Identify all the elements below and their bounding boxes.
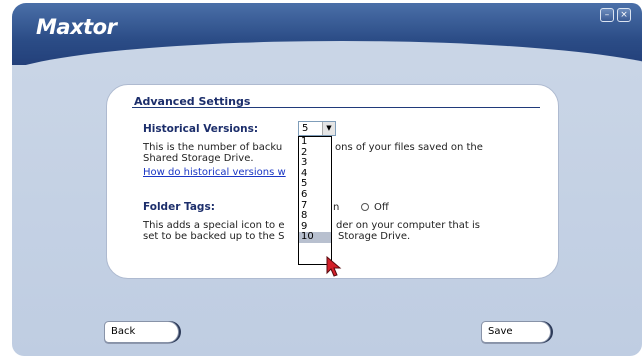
folder-tags-on-label-tail: n <box>333 202 340 213</box>
historical-versions-description-line2: Shared Storage Drive. <box>143 153 254 164</box>
close-icon[interactable]: × <box>617 8 631 22</box>
save-button[interactable]: Save <box>481 321 551 343</box>
historical-versions-help-link[interactable]: How do historical versions w <box>143 167 286 178</box>
historical-versions-selected-value: 5 <box>302 123 309 134</box>
historical-versions-description-line1: This is the number of backu <box>143 142 283 153</box>
folder-tags-off-label: Off <box>374 202 389 213</box>
chevron-down-icon[interactable]: ▼ <box>322 122 335 135</box>
folder-tags-off-radio[interactable] <box>361 203 369 211</box>
historical-versions-description-line1-tail: ons of your files saved on the <box>335 142 483 153</box>
historical-versions-label: Historical Versions: <box>143 123 259 135</box>
minimize-icon[interactable]: – <box>600 8 614 22</box>
historical-versions-dropdown-list[interactable]: 1 2 3 4 5 6 7 8 9 10 <box>298 136 332 265</box>
maxtor-window: Maxtor – × Advanced Settings Historical … <box>0 0 642 356</box>
settings-card <box>106 84 559 279</box>
back-button[interactable]: Back <box>104 321 179 343</box>
maxtor-logo: Maxtor <box>36 15 117 39</box>
dropdown-option-10[interactable]: 10 <box>299 232 331 243</box>
dropdown-option-1[interactable]: 1 <box>299 136 331 148</box>
section-divider <box>132 107 540 108</box>
mouse-pointer-icon <box>326 256 342 277</box>
historical-versions-select[interactable]: 5 ▼ <box>298 121 336 136</box>
folder-tags-description-line2-head: set to be backed up to the S <box>143 231 285 242</box>
header-sheen <box>12 41 642 65</box>
dropdown-option-6[interactable]: 6 <box>299 189 331 201</box>
folder-tags-description-line1-head: This adds a special icon to e <box>143 220 285 231</box>
folder-tags-description-line1-tail: der on your computer that is <box>336 220 480 231</box>
folder-tags-description-line2-tail: Storage Drive. <box>338 231 411 242</box>
folder-tags-label: Folder Tags: <box>143 201 215 213</box>
